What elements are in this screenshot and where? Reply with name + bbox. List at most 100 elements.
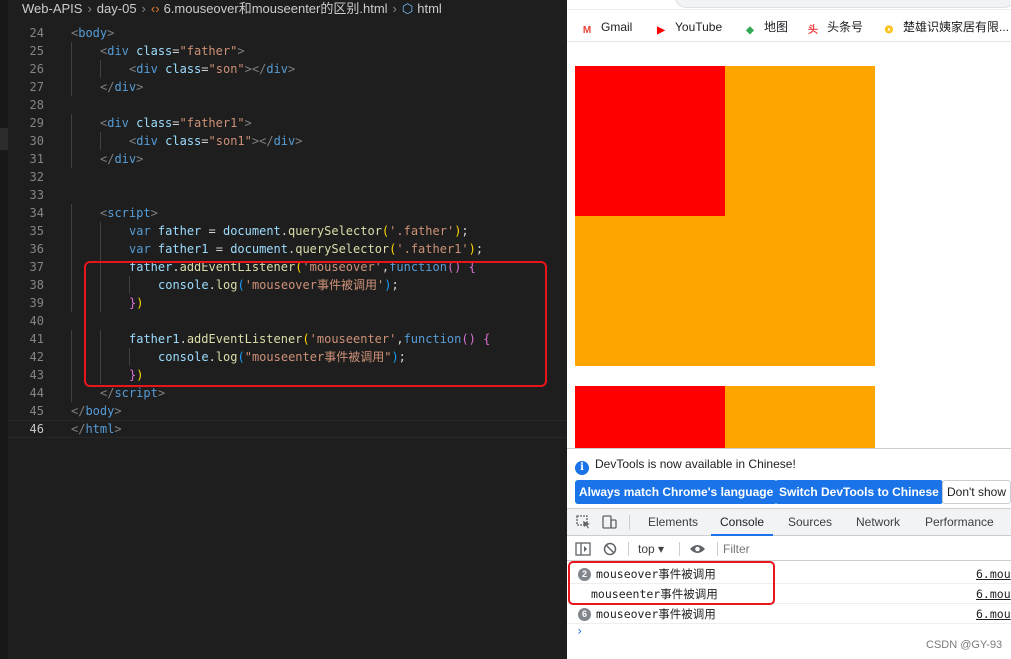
line-source: }) <box>129 366 143 384</box>
line-number: 44 <box>29 386 44 400</box>
inspect-element-icon[interactable] <box>576 515 592 529</box>
son-box[interactable] <box>575 66 725 216</box>
code-token: </ <box>100 152 115 166</box>
message-text: mouseover事件被调用 <box>596 567 716 581</box>
bookmark-label: 地图 <box>764 20 789 34</box>
code-token: { <box>483 332 491 346</box>
code-token: document <box>222 224 281 238</box>
code-line[interactable]: 38 console.log('mouseover事件被调用'); <box>8 276 567 294</box>
line-number: 24 <box>29 26 44 40</box>
code-lines[interactable]: 24 <body> 25 <div class="father"> 26 <div cla… <box>8 24 567 438</box>
son1-box[interactable] <box>575 386 725 448</box>
console-message[interactable]: 6 mouseover事件被调用 6.mou <box>567 604 1011 624</box>
maps-icon: ◆ <box>746 25 754 36</box>
code-line[interactable]: 27 </div> <box>8 78 567 96</box>
clear-console-icon[interactable] <box>603 542 617 556</box>
address-bar[interactable] <box>567 0 1011 10</box>
tab-sources[interactable]: Sources <box>788 509 832 536</box>
tab-performance[interactable]: Performance <box>925 509 994 536</box>
code-line[interactable]: 46 </html> <box>8 420 567 438</box>
sidebar-toggle-icon[interactable] <box>575 542 591 556</box>
father1-box[interactable] <box>575 386 875 448</box>
line-number: 37 <box>29 260 44 274</box>
code-line[interactable]: 28 <box>8 96 567 114</box>
bookmark-maps[interactable]: ◆ 地图 <box>742 18 788 36</box>
code-line[interactable]: 26 <div class="son"></div> <box>8 60 567 78</box>
filter-input[interactable] <box>723 539 923 559</box>
code-token: body <box>85 404 115 418</box>
indent-guide <box>71 114 72 132</box>
dont-show-button[interactable]: Don't show <box>942 480 1011 504</box>
code-token: div <box>107 116 129 130</box>
code-line[interactable]: 35 var father = document.querySelector('.… <box>8 222 567 240</box>
omnibox[interactable] <box>675 0 1011 8</box>
tab-elements[interactable]: Elements <box>648 509 698 536</box>
code-line[interactable]: 34 <script> <box>8 204 567 222</box>
breadcrumb-item[interactable]: 6.mouseover和mouseenter的区别.html <box>164 0 388 18</box>
code-line[interactable]: 30 <div class="son1"></div> <box>8 132 567 150</box>
code-line[interactable]: 37 father.addEventListener('mouseover',fu… <box>8 258 567 276</box>
code-line[interactable]: 29 <div class="father1"> <box>8 114 567 132</box>
line-source: <div class="son1"></div> <box>129 132 302 150</box>
code-token: div <box>107 44 129 58</box>
father-box[interactable] <box>575 66 875 366</box>
source-link[interactable]: 6.mou <box>976 584 1011 604</box>
code-line[interactable]: 40 <box>8 312 567 330</box>
line-source: father1.addEventListener('mouseenter',fu… <box>129 330 490 348</box>
code-token: ) <box>468 242 476 256</box>
device-toolbar-icon[interactable] <box>601 515 617 529</box>
bookmark-gmail[interactable]: M Gmail <box>579 18 633 36</box>
code-token: > <box>288 62 296 76</box>
eye-icon[interactable] <box>689 543 706 555</box>
code-line[interactable]: 44 </script> <box>8 384 567 402</box>
context-selector[interactable]: top ▾ <box>638 537 664 561</box>
code-line[interactable]: 45 </body> <box>8 402 567 420</box>
code-token: "father1" <box>179 116 245 130</box>
code-line[interactable]: 41 father1.addEventListener('mouseenter',… <box>8 330 567 348</box>
line-number: 29 <box>29 116 44 130</box>
code-line[interactable]: 24 <body> <box>8 24 567 42</box>
console-prompt-icon[interactable]: › <box>576 623 583 639</box>
code-line[interactable]: 31 </div> <box>8 150 567 168</box>
code-token: var <box>129 242 151 256</box>
code-token: </ <box>71 422 86 436</box>
code-line[interactable]: 25 <div class="father"> <box>8 42 567 60</box>
breadcrumb-item[interactable]: Web-APIS <box>22 0 82 18</box>
line-number: 36 <box>29 242 44 256</box>
console-message[interactable]: mouseenter事件被调用 6.mou <box>567 584 1011 604</box>
devtools-tab-bar: Elements Console Sources Network Perform… <box>567 509 1011 536</box>
code-token: ; <box>461 224 469 238</box>
code-line[interactable]: 32 <box>8 168 567 186</box>
indent-guide <box>71 294 72 312</box>
code-token: div <box>136 134 158 148</box>
line-number: 42 <box>29 350 44 364</box>
code-token: 'mouseenter' <box>309 332 397 346</box>
switch-to-chinese-button[interactable]: Switch DevTools to Chinese <box>775 480 943 504</box>
code-line[interactable]: 33 <box>8 186 567 204</box>
indent-guide <box>71 42 72 60</box>
indent-guide <box>71 276 72 294</box>
code-line[interactable]: 43}) <box>8 366 567 384</box>
always-match-language-button[interactable]: Always match Chrome's language <box>575 480 778 504</box>
code-token: > <box>150 206 158 220</box>
code-token: querySelector <box>295 242 390 256</box>
code-token: ; <box>398 350 406 364</box>
breadcrumb-item[interactable]: day-05 <box>97 0 137 18</box>
console-message[interactable]: 2 mouseover事件被调用 6.mou <box>567 564 1011 584</box>
code-line[interactable]: 36 var father1 = document.querySelector('… <box>8 240 567 258</box>
tab-network[interactable]: Network <box>856 509 900 536</box>
breadcrumb-item[interactable]: html <box>417 0 442 18</box>
code-token: html <box>85 422 115 436</box>
bookmark-youtube[interactable]: ▶ YouTube <box>653 18 722 36</box>
code-token: class <box>136 116 173 130</box>
code-line[interactable]: 39}) <box>8 294 567 312</box>
tab-console[interactable]: Console <box>711 509 774 536</box>
source-link[interactable]: 6.mou <box>976 604 1011 624</box>
code-line[interactable]: 42 console.log("mouseenter事件被调用"); <box>8 348 567 366</box>
bookmark-site[interactable]: ❂ 楚雄识姨家居有限... <box>881 18 1009 36</box>
source-link[interactable]: 6.mou <box>976 564 1011 584</box>
divider <box>629 515 630 530</box>
bookmark-toutiao[interactable]: 头头条号 <box>805 18 863 36</box>
code-token: class <box>136 44 173 58</box>
indent-guide <box>71 330 72 348</box>
